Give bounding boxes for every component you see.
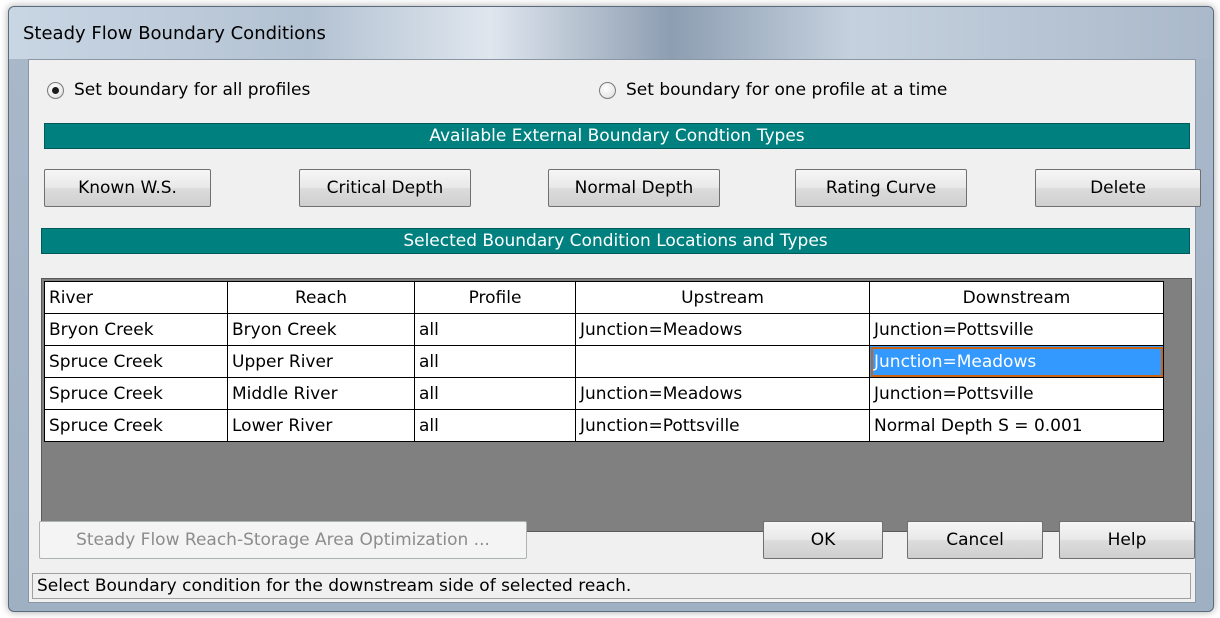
table-header-row: River Reach Profile Upstream Downstream [44, 281, 1164, 314]
cell-profile[interactable]: all [414, 377, 576, 410]
cell-river[interactable]: Spruce Creek [44, 409, 228, 442]
cell-upstream[interactable]: Junction=Pottsville [575, 409, 870, 442]
boundary-conditions-table: River Reach Profile Upstream Downstream … [44, 281, 1164, 442]
window-title: Steady Flow Boundary Conditions [23, 23, 326, 44]
cell-reach[interactable]: Middle River [227, 377, 415, 410]
column-header-river[interactable]: River [44, 281, 228, 314]
column-header-downstream[interactable]: Downstream [869, 281, 1164, 314]
table-row[interactable]: Spruce Creek Lower River all Junction=Po… [44, 409, 1164, 442]
cell-downstream[interactable]: Junction=Pottsville [869, 377, 1164, 410]
column-header-upstream[interactable]: Upstream [575, 281, 870, 314]
cell-downstream[interactable]: Junction=Pottsville [869, 313, 1164, 346]
cell-profile[interactable]: all [414, 313, 576, 346]
cell-reach[interactable]: Upper River [227, 345, 415, 378]
optimization-button[interactable]: Steady Flow Reach-Storage Area Optimizat… [39, 521, 527, 559]
cell-upstream[interactable]: Junction=Meadows [575, 313, 870, 346]
cancel-button[interactable]: Cancel [907, 521, 1043, 559]
table-row[interactable]: Spruce Creek Middle River all Junction=M… [44, 377, 1164, 410]
table-row[interactable]: Bryon Creek Bryon Creek all Junction=Mea… [44, 313, 1164, 346]
radio-one-profile-label: Set boundary for one profile at a time [626, 80, 948, 100]
boundary-conditions-grid[interactable]: River Reach Profile Upstream Downstream … [41, 278, 1192, 532]
critical-depth-button[interactable]: Critical Depth [299, 169, 471, 207]
cell-profile[interactable]: all [414, 345, 576, 378]
cell-upstream[interactable]: Junction=Meadows [575, 377, 870, 410]
dialog-body: Set boundary for all profiles Set bounda… [28, 59, 1201, 603]
radio-button-icon[interactable] [599, 81, 616, 99]
cell-river[interactable]: Spruce Creek [44, 377, 228, 410]
radio-one-profile[interactable]: Set boundary for one profile at a time [599, 80, 947, 100]
normal-depth-button[interactable]: Normal Depth [548, 169, 720, 207]
column-header-profile[interactable]: Profile [414, 281, 576, 314]
known-ws-button[interactable]: Known W.S. [44, 169, 211, 207]
cell-profile[interactable]: all [414, 409, 576, 442]
radio-all-profiles-label: Set boundary for all profiles [74, 80, 311, 100]
table-row[interactable]: Spruce Creek Upper River all Junction=Me… [44, 345, 1164, 378]
cell-reach[interactable]: Bryon Creek [227, 313, 415, 346]
cell-river[interactable]: Spruce Creek [44, 345, 228, 378]
available-types-header: Available External Boundary Condtion Typ… [44, 123, 1190, 149]
locations-header: Selected Boundary Condition Locations an… [41, 228, 1190, 254]
radio-button-icon[interactable] [47, 81, 64, 99]
radio-selected-dot [52, 86, 59, 94]
dialog-window: Steady Flow Boundary Conditions Set boun… [8, 6, 1214, 612]
help-button[interactable]: Help [1059, 521, 1195, 559]
cell-river[interactable]: Bryon Creek [44, 313, 228, 346]
cell-reach[interactable]: Lower River [227, 409, 415, 442]
rating-curve-button[interactable]: Rating Curve [795, 169, 967, 207]
delete-button[interactable]: Delete [1035, 169, 1201, 207]
cell-downstream[interactable]: Normal Depth S = 0.001 [869, 409, 1164, 442]
title-bar[interactable]: Steady Flow Boundary Conditions [9, 7, 1213, 59]
status-bar: Select Boundary condition for the downst… [32, 573, 1191, 599]
ok-button[interactable]: OK [763, 521, 883, 559]
cell-downstream-selected[interactable]: Junction=Meadows [869, 345, 1164, 378]
column-header-reach[interactable]: Reach [227, 281, 415, 314]
radio-all-profiles[interactable]: Set boundary for all profiles [47, 80, 310, 100]
cell-upstream[interactable] [575, 345, 870, 378]
